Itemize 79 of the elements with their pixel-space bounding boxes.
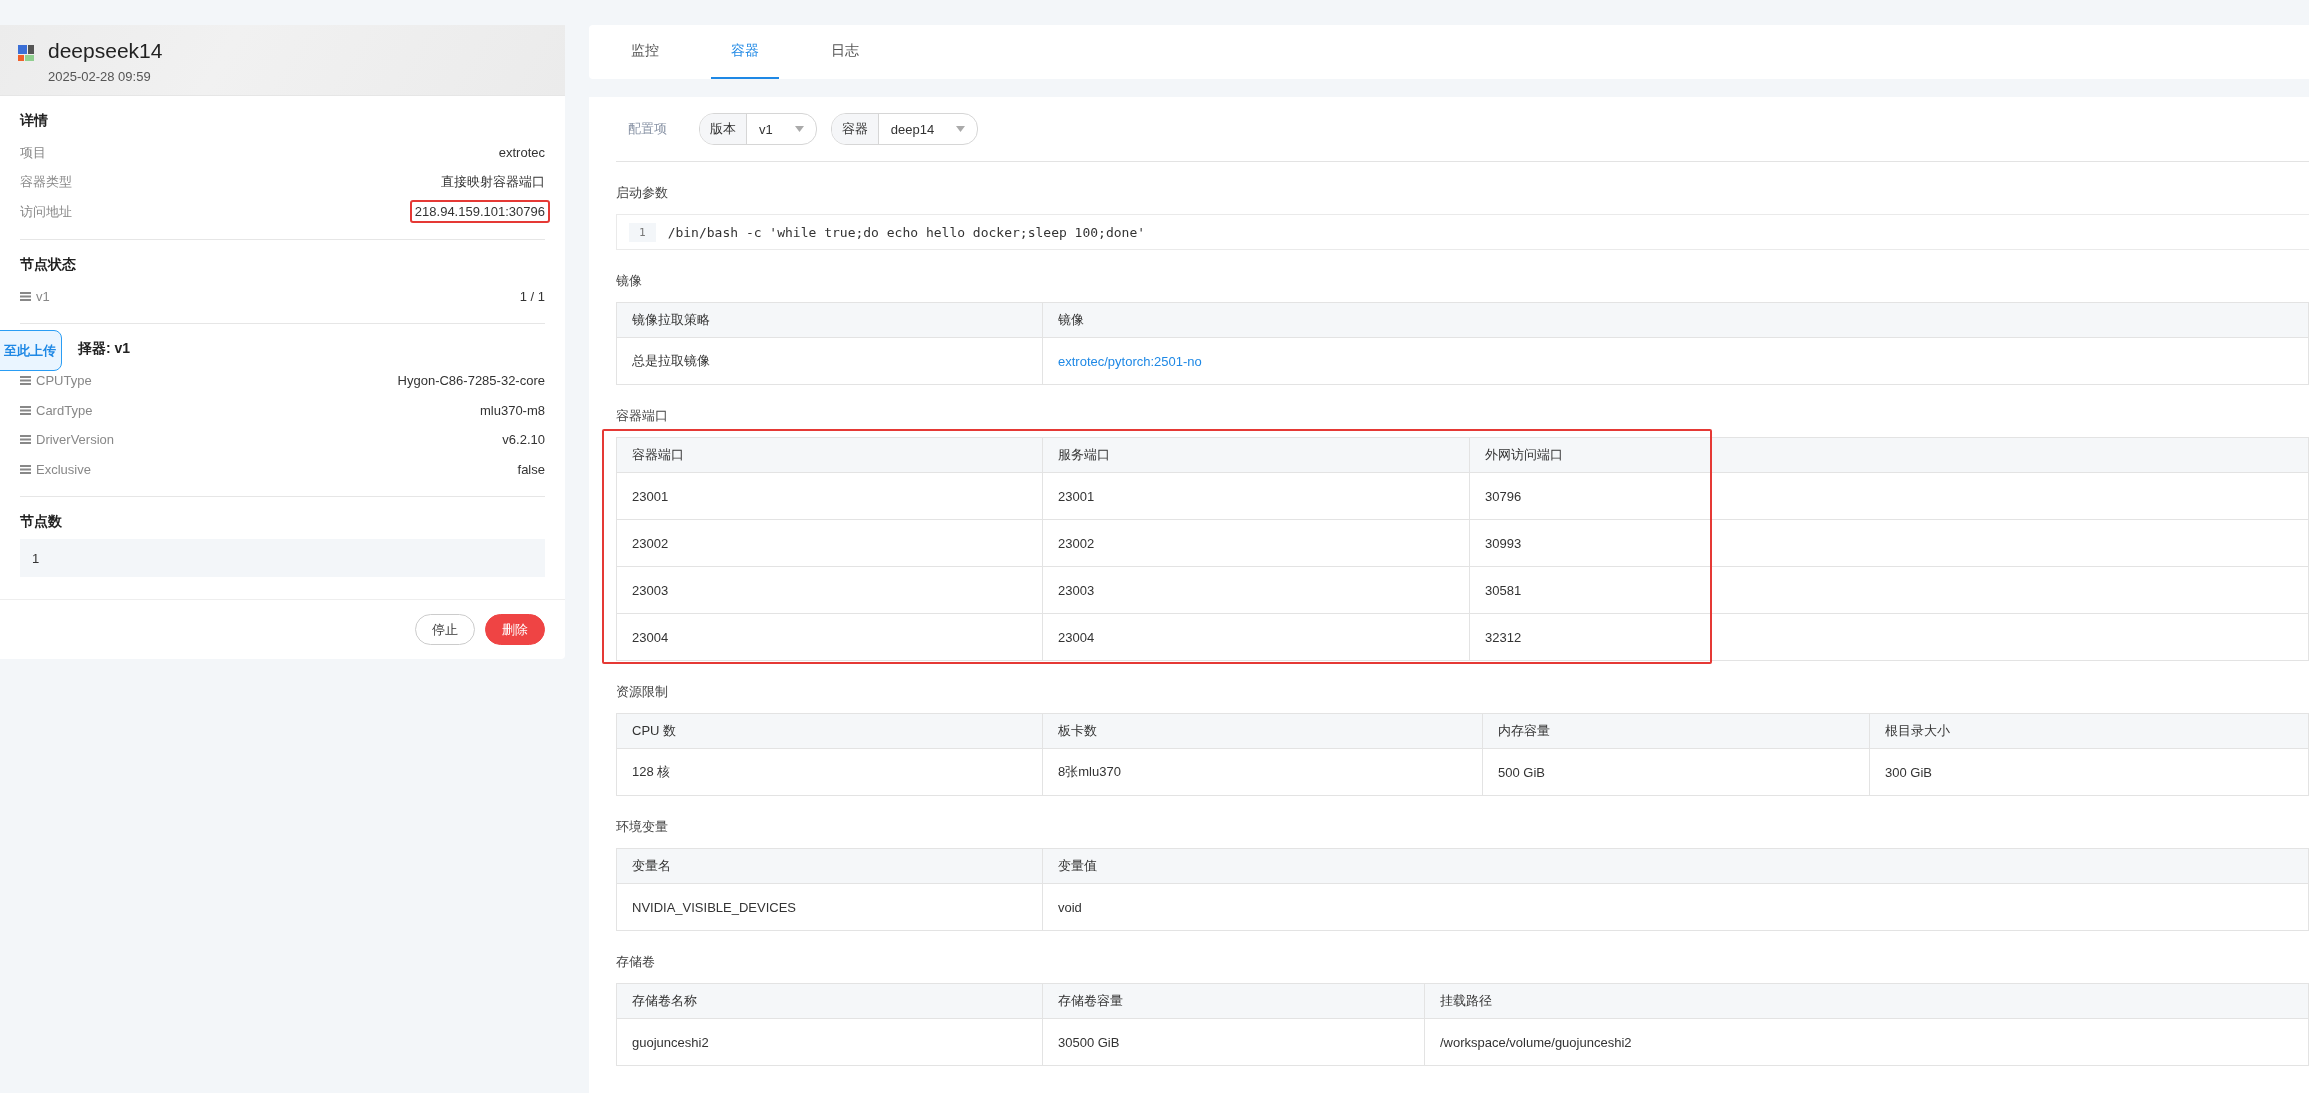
table-cell: 500 GiB [1483, 749, 1870, 796]
column-header: 存储卷名称 [617, 984, 1043, 1019]
section-title: 节点状态 [20, 254, 77, 274]
detail-label: Exclusive [36, 461, 91, 477]
select-field[interactable]: 容器 deep14 [830, 113, 979, 145]
column-header: 容器端口 [617, 438, 1043, 473]
section-label: 存储卷 [616, 953, 656, 971]
detail-value: extrotec [497, 144, 546, 163]
table-cell: guojunceshi2 [617, 1019, 1043, 1066]
column-header: 服务端口 [1043, 438, 1470, 473]
caret-icon [956, 126, 966, 132]
table-cell: 23001 [1043, 473, 1470, 520]
detail-label: DriverVersion [36, 432, 115, 448]
app-icon [18, 45, 34, 61]
table-cell: NVIDIA_VISIBLE_DEVICES [617, 884, 1043, 931]
app-name: deepseek14 [48, 39, 163, 63]
detail-label: 访问地址 [20, 202, 72, 221]
table-cell: 23001 [617, 473, 1043, 520]
table-cell: 300 GiB [1870, 749, 2309, 796]
stop-button[interactable]: 停止 [415, 614, 475, 645]
detail-label: v1 [36, 288, 50, 304]
table-cell: 30993 [1470, 520, 2309, 567]
section-title: 详情 [20, 111, 49, 130]
column-header: 镜像拉取策略 [617, 303, 1043, 338]
column-header: 存储卷容量 [1043, 984, 1425, 1019]
detail-value: false [516, 460, 546, 479]
table-cell: /workspace/volume/guojunceshi2 [1425, 1019, 2309, 1066]
detail-value: 1 / 1 [518, 287, 546, 306]
column-header: 变量值 [1043, 849, 2309, 884]
detail-value: 218.94.159.101:30796 [409, 200, 550, 224]
section-label: 容器端口 [616, 407, 669, 425]
column-header: 板卡数 [1043, 714, 1483, 749]
column-header: 镜像 [1043, 303, 2309, 338]
detail-value: Hygon-C86-7285-32-core [396, 372, 546, 391]
detail-value: mlu370-m8 [478, 401, 546, 420]
column-header: CPU 数 [617, 714, 1043, 749]
column-header: 挂载路径 [1425, 984, 2309, 1019]
table-cell: 30796 [1470, 473, 2309, 520]
detail-label: CPUType [36, 373, 92, 389]
table-cell: 总是拉取镜像 [617, 338, 1043, 385]
table-cell: 23003 [617, 567, 1043, 614]
section-label: 环境变量 [616, 818, 669, 836]
table-cell: void [1043, 884, 2309, 931]
table-cell: 23003 [1043, 567, 1470, 614]
table-cell: 23002 [1043, 520, 1470, 567]
column-header: 外网访问端口 [1470, 438, 2309, 473]
tab[interactable]: 日志 [811, 25, 879, 79]
section-label: 资源限制 [616, 683, 669, 701]
table-cell: 23004 [617, 614, 1043, 661]
table-cell: 8张mlu370 [1043, 749, 1483, 796]
table-cell: 23002 [617, 520, 1043, 567]
tab[interactable]: 监控 [611, 25, 679, 79]
created-time: 2025-02-28 09:59 [48, 69, 152, 84]
detail-value: v6.2.10 [501, 431, 546, 450]
select-field[interactable]: 版本 v1 [699, 113, 817, 145]
detail-value: 直接映射容器端口 [440, 173, 546, 192]
section-title: 节点数 [20, 512, 63, 531]
tab[interactable]: 容器 [711, 25, 779, 79]
detail-label: 项目 [20, 143, 46, 162]
section-label: 启动参数 [616, 184, 669, 202]
config-label: 配置项 [628, 120, 667, 138]
table-cell: 128 核 [617, 749, 1043, 796]
caret-icon [794, 126, 804, 132]
column-header: 变量名 [617, 849, 1043, 884]
table-cell: 23004 [1043, 614, 1470, 661]
column-header: 内存容量 [1483, 714, 1870, 749]
table-cell: 32312 [1470, 614, 2309, 661]
detail-label: CardType [36, 402, 93, 418]
column-header: 根目录大小 [1870, 714, 2309, 749]
image-link[interactable]: extrotec/pytorch:2501-no [1043, 338, 2309, 385]
line-number: 1 [629, 222, 656, 242]
section-title: 择器: v1 [78, 339, 131, 358]
table-cell: 30581 [1470, 567, 2309, 614]
code-text: /bin/bash -c 'while true;do echo hello docker;sleep 100;done' [667, 224, 1146, 240]
detail-label: 容器类型 [20, 173, 72, 192]
table-cell: 30500 GiB [1043, 1019, 1425, 1066]
delete-button[interactable]: 删除 [485, 614, 545, 645]
section-label: 镜像 [616, 272, 643, 290]
node-count-field[interactable]: 1 [20, 539, 545, 577]
